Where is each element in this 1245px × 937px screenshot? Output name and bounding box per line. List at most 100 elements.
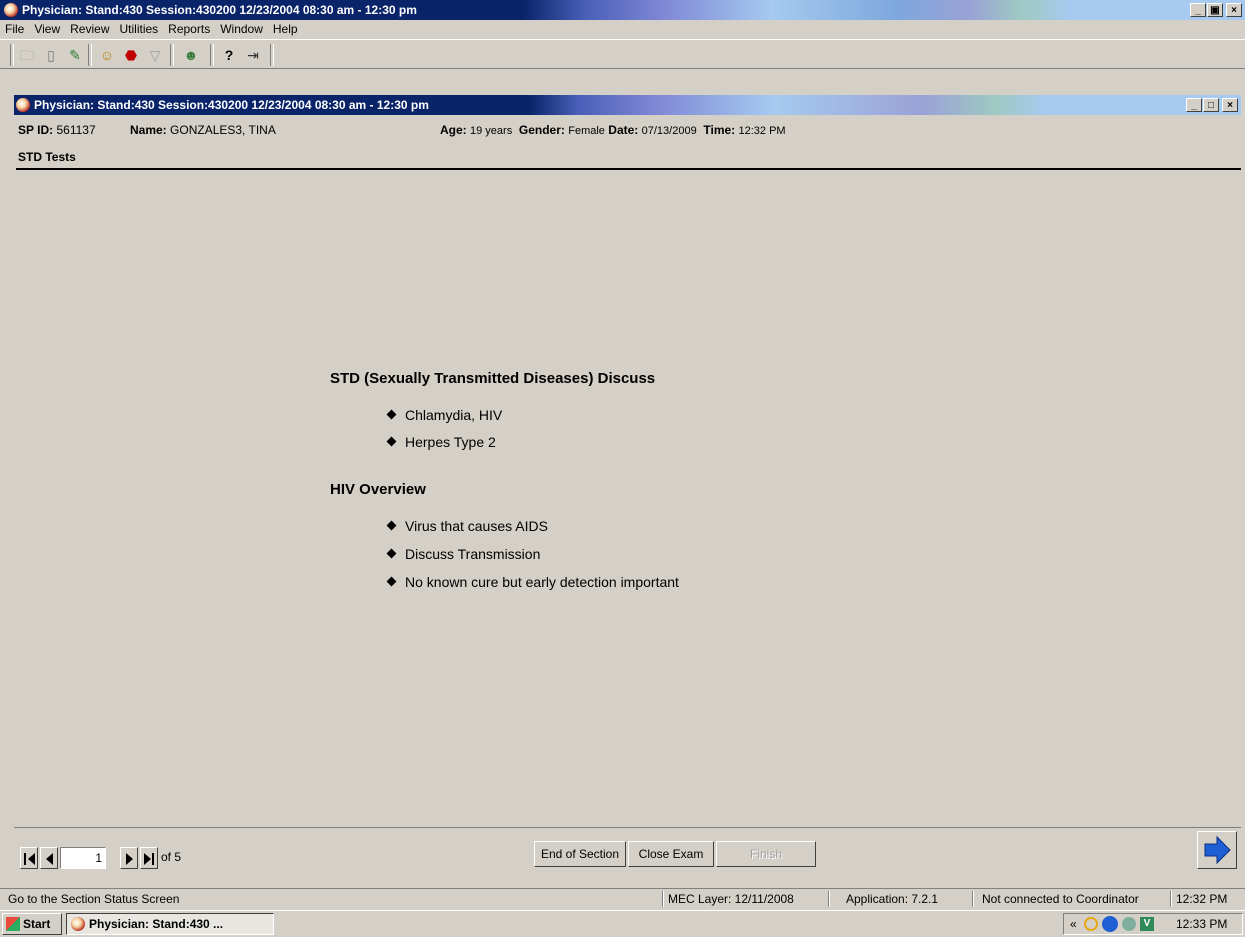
connection-tray-icon[interactable] [1122,917,1136,931]
right-arrow-icon [1204,835,1231,865]
exit-icon[interactable]: ⇥ [244,46,262,64]
last-page-button[interactable] [140,847,158,869]
last-page-icon [152,853,154,865]
toolbar-separator [210,44,214,66]
task-label: Physician: Stand:430 ... [89,917,224,931]
end-of-section-button[interactable]: End of Section [534,841,626,867]
bullet-icon [386,548,397,559]
minimize-button[interactable]: _ [1190,3,1206,17]
menu-help[interactable]: Help [268,20,303,38]
network-tray-icon[interactable] [1102,916,1118,932]
toolbar-separator [270,44,274,66]
child-maximize-button[interactable]: □ [1203,98,1219,112]
patient-info-bar: SP ID: 561137 Name: GONZALES3, TINA Age:… [14,118,1241,142]
menu-file[interactable]: File [0,20,29,38]
main-title-bar[interactable]: Physician: Stand:430 Session:430200 12/2… [0,0,1245,20]
list-item-text: Herpes Type 2 [405,434,496,450]
status-hint: Go to the Section Status Screen [8,892,180,906]
std-heading: STD (Sexually Transmitted Diseases) Disc… [330,370,656,387]
user-check-icon[interactable]: ☻ [182,46,200,64]
child-title-bar[interactable]: Physician: Stand:430 Session:430200 12/2… [14,95,1241,115]
gender-label: Gender: [518,123,565,137]
status-time: 12:32 PM [1176,892,1228,906]
bullet-icon [386,520,397,531]
close-exam-button[interactable]: Close Exam [628,841,714,867]
bullet-icon [386,436,397,447]
taskbar: Start Physician: Stand:430 ... « V 12:33… [0,910,1245,937]
section-divider [16,168,1241,170]
previous-page-button[interactable] [40,847,58,869]
start-label: Start [23,917,51,931]
page-number-input[interactable]: 1 [60,847,106,869]
time-label: Time: [703,123,736,137]
document-icon[interactable]: ▯ [42,46,60,64]
taskbar-item-physician[interactable]: Physician: Stand:430 ... [66,913,274,935]
main-window-title: Physician: Stand:430 Session:430200 12/2… [22,3,417,17]
menu-view[interactable]: View [29,20,65,38]
first-page-icon [24,853,26,865]
list-item: Virus that causes AIDS [386,518,548,534]
first-page-arrow-icon [28,853,35,865]
name-value: GONZALES3, TINA [170,123,276,137]
people-icon[interactable]: ☺ [98,46,116,64]
menu-bar: File View Review Utilities Reports Window Help [0,20,1245,38]
mec-layer: MEC Layer: 12/11/2008 [668,892,794,906]
finish-button[interactable]: Finish [716,841,816,867]
connection-status: Not connected to Coordinator [982,892,1139,906]
toolbar: 🗀 ▯ ✎ ☺ ⬣ ▽ ☻ ? ⇥ [0,39,1245,69]
next-page-icon [126,853,133,865]
time-value: 12:32 PM [738,125,786,137]
toolbar-separator [88,44,92,66]
previous-page-icon [46,853,53,865]
open-folder-icon[interactable]: 🗀 [18,46,36,64]
list-item-text: Chlamydia, HIV [405,407,503,423]
last-page-arrow-icon [144,853,151,865]
bullet-icon [386,409,397,420]
tray-expand-icon[interactable]: « [1070,914,1077,934]
child-app-icon[interactable] [16,98,30,112]
list-item: Chlamydia, HIV [386,407,503,423]
child-minimize-button[interactable]: _ [1186,98,1202,112]
list-item-text: Discuss Transmission [405,546,541,562]
close-button[interactable]: × [1226,3,1242,17]
task-app-icon [71,917,85,931]
menu-utilities[interactable]: Utilities [115,20,164,38]
windows-logo-icon [6,917,20,931]
status-separator [828,891,830,907]
next-section-button[interactable] [1197,831,1237,869]
clock: 12:33 PM [1176,917,1228,931]
toolbar-separator [170,44,174,66]
start-button[interactable]: Start [2,913,62,935]
section-title: STD Tests [18,150,76,164]
list-item-text: No known cure but early detection import… [405,574,679,590]
antivirus-tray-icon[interactable]: V [1140,917,1154,931]
gender-value: Female [568,125,605,137]
app-icon[interactable] [4,3,18,17]
application-version: Application: 7.2.1 [846,892,939,906]
restore-button[interactable]: ▣ [1207,3,1223,17]
status-separator [662,891,664,907]
menu-window[interactable]: Window [215,20,268,38]
child-close-button[interactable]: × [1222,98,1238,112]
page-count: of 5 [161,850,182,864]
list-item-text: Virus that causes AIDS [405,518,548,534]
help-icon[interactable]: ? [220,46,238,64]
hiv-heading: HIV Overview [330,481,426,498]
bullet-icon [386,576,397,587]
next-page-button[interactable] [120,847,138,869]
refresh-tray-icon[interactable] [1084,917,1098,931]
stop-icon[interactable]: ⬣ [122,46,140,64]
age-label: Age: [440,123,467,137]
age-value: 19 years [470,125,513,137]
toolbar-separator [10,44,14,66]
menu-reports[interactable]: Reports [163,20,215,38]
menu-review[interactable]: Review [65,20,114,38]
date-label: Date: [608,123,639,137]
status-separator [1170,891,1172,907]
edit-icon[interactable]: ✎ [66,46,84,64]
status-separator [972,891,974,907]
system-tray: « V 12:33 PM [1063,913,1243,935]
first-page-button[interactable] [20,847,38,869]
filter-icon[interactable]: ▽ [146,46,164,64]
sp-id-value: 561137 [56,123,96,137]
